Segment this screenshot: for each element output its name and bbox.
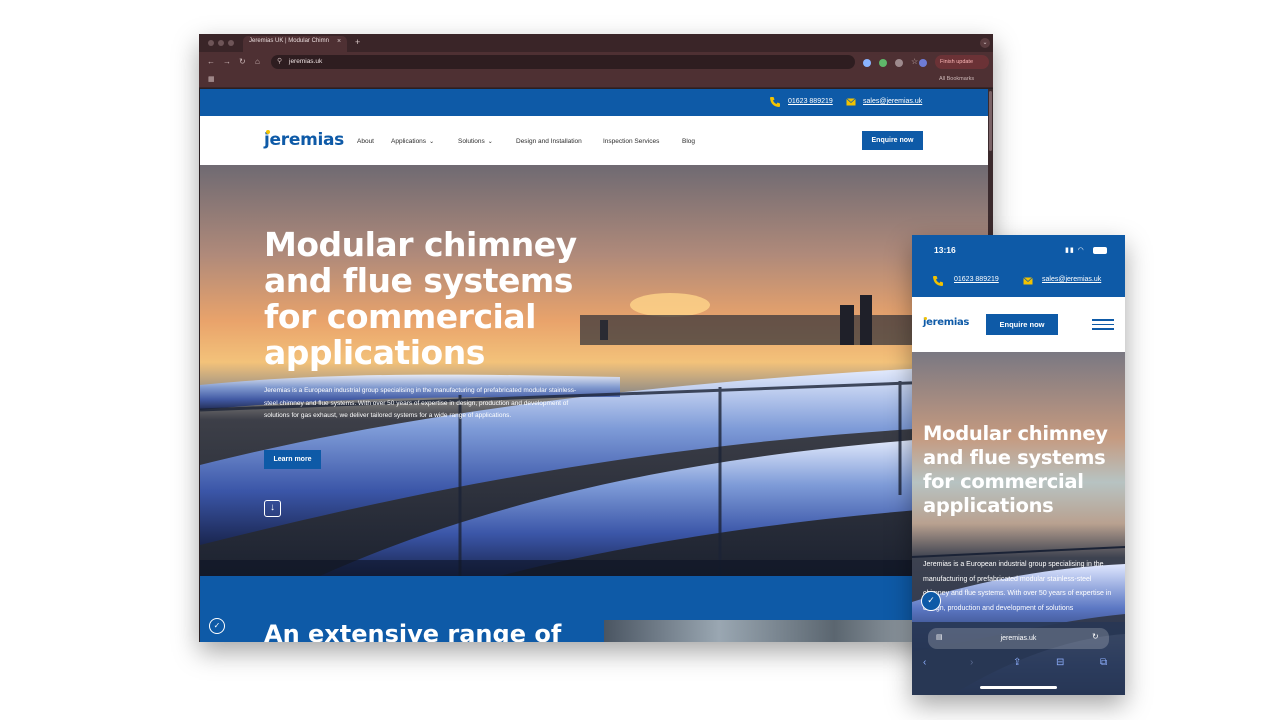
home-indicator bbox=[980, 686, 1057, 689]
desktop-browser-window: Jeremias UK | Modular Chimn × + ⌄ ← → ↻ … bbox=[199, 34, 993, 642]
finish-update-label: Finish update bbox=[940, 59, 974, 65]
back-icon[interactable]: ‹ bbox=[923, 657, 926, 668]
apps-grid-icon[interactable]: ▦ bbox=[208, 75, 215, 83]
back-icon[interactable]: ← bbox=[207, 57, 215, 67]
nav-inspection-services[interactable]: Inspection Services bbox=[603, 138, 659, 145]
forward-icon[interactable]: › bbox=[970, 657, 973, 668]
profile-avatar[interactable] bbox=[919, 59, 927, 67]
hero-section: Modular chimney and flue systems for com… bbox=[200, 165, 988, 576]
status-time: 13:16 bbox=[934, 245, 956, 255]
tabs-icon[interactable]: ⧉ bbox=[1100, 657, 1107, 668]
mobile-address-bar[interactable]: ▤ jeremias.uk ↻ bbox=[928, 628, 1109, 649]
mobile-email-link[interactable]: sales@jeremias.uk bbox=[1042, 276, 1101, 283]
address-bar-url: jeremias.uk bbox=[289, 58, 323, 65]
scrollbar-thumb[interactable] bbox=[989, 91, 992, 151]
nav-solutions-label: Solutions bbox=[458, 138, 485, 145]
nav-design-installation[interactable]: Design and Installation bbox=[516, 138, 582, 145]
site-info-icon[interactable]: ⚲ bbox=[277, 55, 282, 69]
mail-icon bbox=[846, 98, 856, 106]
phone-icon bbox=[933, 276, 943, 286]
safari-bottom-bar: ▤ jeremias.uk ↻ ‹ › ⇪ ⊟ ⧉ bbox=[912, 622, 1125, 695]
hamburger-menu-icon[interactable] bbox=[1092, 319, 1114, 331]
tab-search-icon[interactable]: ⌄ bbox=[980, 38, 990, 48]
enquire-now-button[interactable]: Enquire now bbox=[862, 131, 923, 150]
address-bar[interactable]: ⚲ jeremias.uk ☆ bbox=[271, 55, 918, 69]
mobile-url: jeremias.uk bbox=[1000, 635, 1037, 642]
logo-text: jeremias bbox=[923, 317, 970, 328]
phone-icon bbox=[770, 97, 780, 107]
signal-wifi-icon: ▮▮ ◠ bbox=[1065, 247, 1085, 254]
nav-applications-label: Applications bbox=[391, 138, 427, 145]
nav-blog[interactable]: Blog bbox=[682, 138, 695, 145]
all-bookmarks-link[interactable]: All Bookmarks bbox=[939, 76, 974, 82]
products-section: An extensive range of ✓ bbox=[200, 576, 988, 642]
status-bar: 13:16 ▮▮ ◠ bbox=[912, 235, 1125, 265]
extension-icon[interactable] bbox=[895, 59, 903, 67]
chevron-down-icon: ⌄ bbox=[487, 139, 493, 145]
nav-applications[interactable]: Applications ⌄ bbox=[391, 138, 434, 145]
email-link[interactable]: sales@jeremias.uk bbox=[863, 98, 922, 105]
mockup-stage: Jeremias UK | Modular Chimn × + ⌄ ← → ↻ … bbox=[0, 0, 1280, 720]
contact-bar: 01623 889219 sales@jeremias.uk bbox=[200, 89, 988, 116]
window-maximize-dot[interactable] bbox=[228, 40, 234, 46]
mail-icon bbox=[1023, 277, 1033, 285]
tab-close-icon[interactable]: × bbox=[337, 38, 341, 45]
finish-update-button[interactable]: Finish update bbox=[935, 55, 989, 69]
browser-toolbar: ← → ↻ ⌂ ⚲ jeremias.uk ☆ Finish update bbox=[199, 52, 993, 72]
tab-title: Jeremias UK | Modular Chimn bbox=[249, 38, 329, 44]
nav-about[interactable]: About bbox=[357, 138, 374, 145]
home-icon[interactable]: ⌂ bbox=[255, 57, 260, 67]
logo-text: jeremias bbox=[264, 130, 345, 150]
bookmarks-bar: ▦ All Bookmarks bbox=[199, 72, 993, 88]
mobile-hero-description: Jeremias is a European industrial group … bbox=[923, 561, 1112, 612]
logo-dot bbox=[266, 130, 270, 134]
battery-icon bbox=[1093, 247, 1107, 254]
forward-icon[interactable]: → bbox=[223, 57, 231, 67]
window-minimize-dot[interactable] bbox=[218, 40, 224, 46]
chevron-down-icon: ⌄ bbox=[429, 139, 435, 145]
learn-more-button[interactable]: Learn more bbox=[264, 450, 321, 469]
share-icon[interactable]: ⇪ bbox=[1013, 657, 1021, 668]
scroll-down-icon[interactable]: ↓ bbox=[264, 500, 281, 517]
window-close-dot[interactable] bbox=[208, 40, 214, 46]
page-viewport: 01623 889219 sales@jeremias.uk jeremias … bbox=[200, 89, 988, 642]
mobile-phone-screen: 13:16 ▮▮ ◠ 01623 889219 sales@jeremias.u… bbox=[912, 235, 1125, 695]
mobile-header: jeremias Enquire now bbox=[912, 297, 1125, 352]
bookmark-star-icon[interactable]: ☆ bbox=[911, 55, 918, 69]
logo-dot bbox=[924, 317, 927, 320]
phone-link[interactable]: 01623 889219 bbox=[788, 98, 833, 105]
bookmarks-icon[interactable]: ⊟ bbox=[1056, 657, 1064, 668]
reload-icon[interactable]: ↻ bbox=[239, 57, 246, 67]
mobile-phone-link[interactable]: 01623 889219 bbox=[954, 276, 999, 283]
site-logo[interactable]: jeremias bbox=[264, 130, 344, 150]
extension-icon[interactable] bbox=[863, 59, 871, 67]
mobile-site-logo[interactable]: jeremias bbox=[923, 317, 969, 328]
nav-solutions[interactable]: Solutions ⌄ bbox=[458, 138, 493, 145]
reload-icon[interactable]: ↻ bbox=[1092, 632, 1099, 641]
accessibility-icon[interactable]: ✓ bbox=[921, 591, 941, 611]
new-tab-icon[interactable]: + bbox=[355, 37, 360, 47]
hero-description: Jeremias is a European industrial group … bbox=[264, 387, 577, 420]
browser-tab[interactable]: Jeremias UK | Modular Chimn bbox=[243, 36, 347, 52]
mobile-enquire-now-button[interactable]: Enquire now bbox=[986, 314, 1058, 335]
section-title: An extensive range of bbox=[264, 620, 562, 642]
site-header: jeremias About Applications ⌄ Solutions ⌄ … bbox=[200, 116, 988, 165]
mobile-contact-bar: 01623 889219 sales@jeremias.uk bbox=[912, 265, 1125, 297]
extension-icon[interactable] bbox=[879, 59, 887, 67]
accessibility-icon[interactable]: ✓ bbox=[209, 618, 225, 634]
tab-bar: Jeremias UK | Modular Chimn × + ⌄ bbox=[199, 34, 993, 52]
hero-title: Modular chimney and flue systems for com… bbox=[264, 225, 577, 372]
mobile-hero-title: Modular chimney and flue systems for com… bbox=[923, 422, 1108, 517]
